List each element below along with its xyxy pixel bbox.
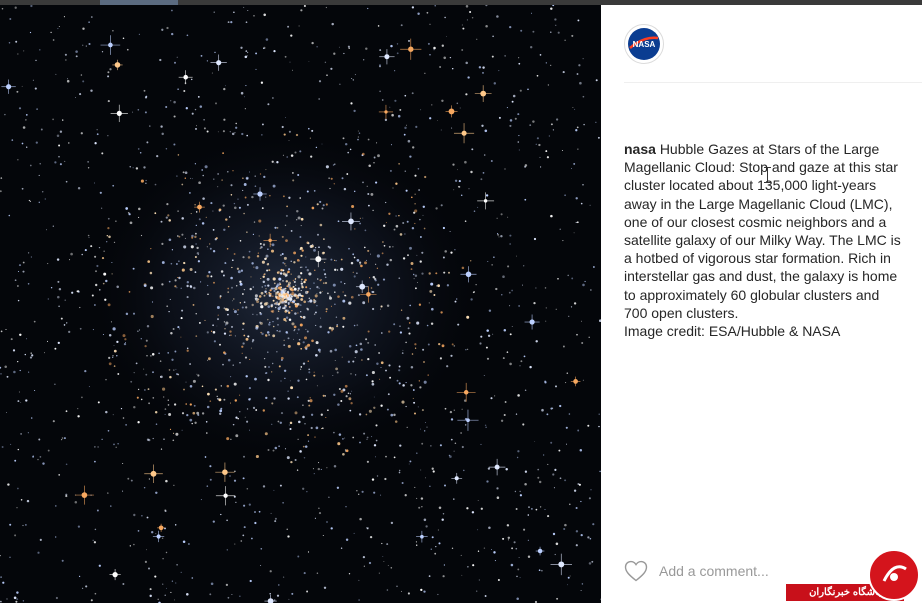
watermark: باشگاه خبرنگاران: [786, 549, 922, 603]
svg-text:NASA: NASA: [633, 40, 656, 49]
image-credit: Image credit: ESA/Hubble & NASA: [624, 323, 841, 340]
heart-icon[interactable]: [624, 560, 648, 582]
star-cluster-image: [0, 5, 601, 603]
avatar[interactable]: NASA: [624, 24, 664, 64]
nasa-logo-icon: NASA: [628, 28, 660, 60]
header-divider: [624, 82, 922, 83]
post-photo[interactable]: [0, 5, 601, 603]
post-caption: nasa Hubble Gazes at Stars of the Large …: [624, 140, 904, 340]
text-cursor: [764, 167, 771, 183]
caption-username[interactable]: nasa: [624, 141, 656, 157]
watermark-logo-icon: [868, 549, 920, 601]
caption-text: Hubble Gazes at Stars of the Large Magel…: [624, 141, 901, 321]
post-side-panel: NASA nasa Hubble Gazes at Stars of the L…: [601, 5, 922, 603]
